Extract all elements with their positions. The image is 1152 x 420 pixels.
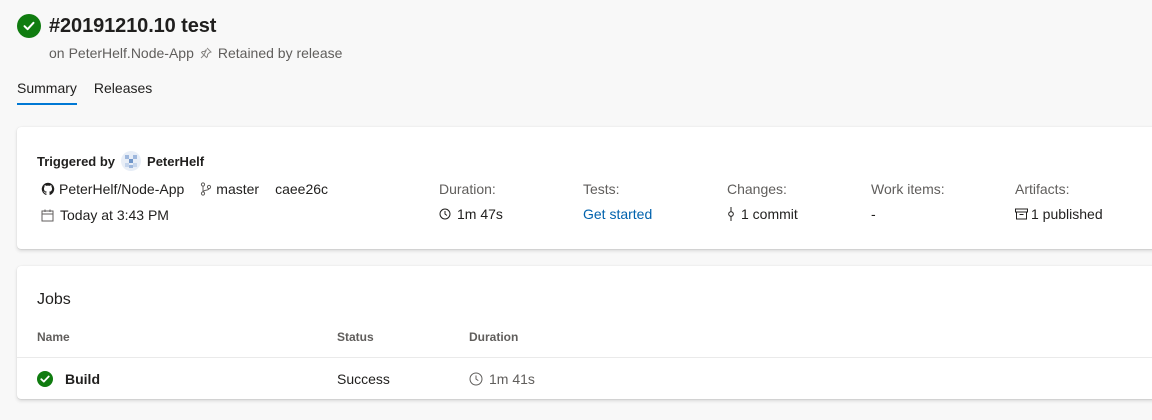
stat-label: Work items:	[871, 181, 945, 197]
page-title: #20191210.10 test	[49, 14, 217, 37]
triggered-by: Triggered by PeterHelf	[37, 151, 204, 171]
stat-value[interactable]: 1 commit	[741, 206, 798, 222]
stat-tests: Tests: Get started	[583, 181, 652, 222]
jobs-card: Jobs Name Status Duration Build Success …	[17, 266, 1152, 399]
stat-label: Artifacts:	[1015, 181, 1070, 197]
branch-name[interactable]: master	[216, 181, 259, 197]
tab-summary[interactable]: Summary	[17, 80, 77, 105]
get-started-link[interactable]: Get started	[583, 206, 652, 222]
avatar	[121, 151, 142, 171]
triggered-label: Triggered by	[37, 153, 116, 169]
pin-icon	[200, 47, 212, 59]
tab-releases[interactable]: Releases	[94, 80, 152, 105]
jobs-title: Jobs	[37, 291, 71, 308]
branch-icon	[200, 182, 212, 196]
summary-card: Triggered by PeterHelf PeterHelf/Node-Ap…	[17, 127, 1152, 249]
stat-label: Duration:	[439, 181, 496, 197]
source-info: PeterHelf/Node-App master caee26c	[41, 181, 328, 197]
stat-value: -	[871, 206, 876, 222]
table-row[interactable]: Build Success 1m 41s	[17, 358, 1152, 399]
subtitle-prefix: on	[49, 45, 65, 61]
clock-icon	[469, 372, 483, 386]
job-duration: 1m 41s	[489, 371, 535, 387]
stat-changes: Changes: 1 commit	[727, 181, 798, 222]
job-status: Success	[337, 371, 390, 387]
stat-artifacts: Artifacts: 1 published	[1015, 181, 1103, 222]
stat-value: 1m 47s	[457, 206, 503, 222]
retained-status: Retained by release	[217, 45, 343, 61]
run-time: Today at 3:43 PM	[41, 207, 169, 223]
success-check-icon	[37, 371, 53, 387]
column-header-status: Status	[337, 330, 374, 344]
column-header-name: Name	[37, 330, 70, 344]
run-time-text: Today at 3:43 PM	[60, 207, 169, 223]
stat-label: Tests:	[583, 181, 620, 197]
stat-duration: Duration: 1m 47s	[439, 181, 503, 222]
stat-work-items: Work items: -	[871, 181, 945, 222]
tab-bar: Summary Releases	[17, 80, 152, 105]
commit-icon	[727, 207, 735, 221]
triggered-user[interactable]: PeterHelf	[147, 154, 204, 169]
stat-label: Changes:	[727, 181, 787, 197]
repo-link[interactable]: PeterHelf.Node-App	[69, 45, 194, 61]
success-check-icon	[17, 14, 41, 38]
calendar-icon	[41, 209, 54, 222]
stat-value[interactable]: 1 published	[1031, 206, 1103, 222]
run-header: #20191210.10 test	[17, 14, 216, 38]
artifact-icon	[1015, 208, 1028, 220]
column-header-duration: Duration	[469, 330, 519, 344]
clock-icon	[439, 208, 451, 220]
run-subtitle: on PeterHelf.Node-App Retained by releas…	[49, 45, 342, 61]
job-name[interactable]: Build	[65, 371, 100, 387]
github-icon	[41, 182, 55, 196]
commit-id[interactable]: caee26c	[275, 181, 328, 197]
repo-name-link[interactable]: PeterHelf/Node-App	[59, 181, 184, 197]
